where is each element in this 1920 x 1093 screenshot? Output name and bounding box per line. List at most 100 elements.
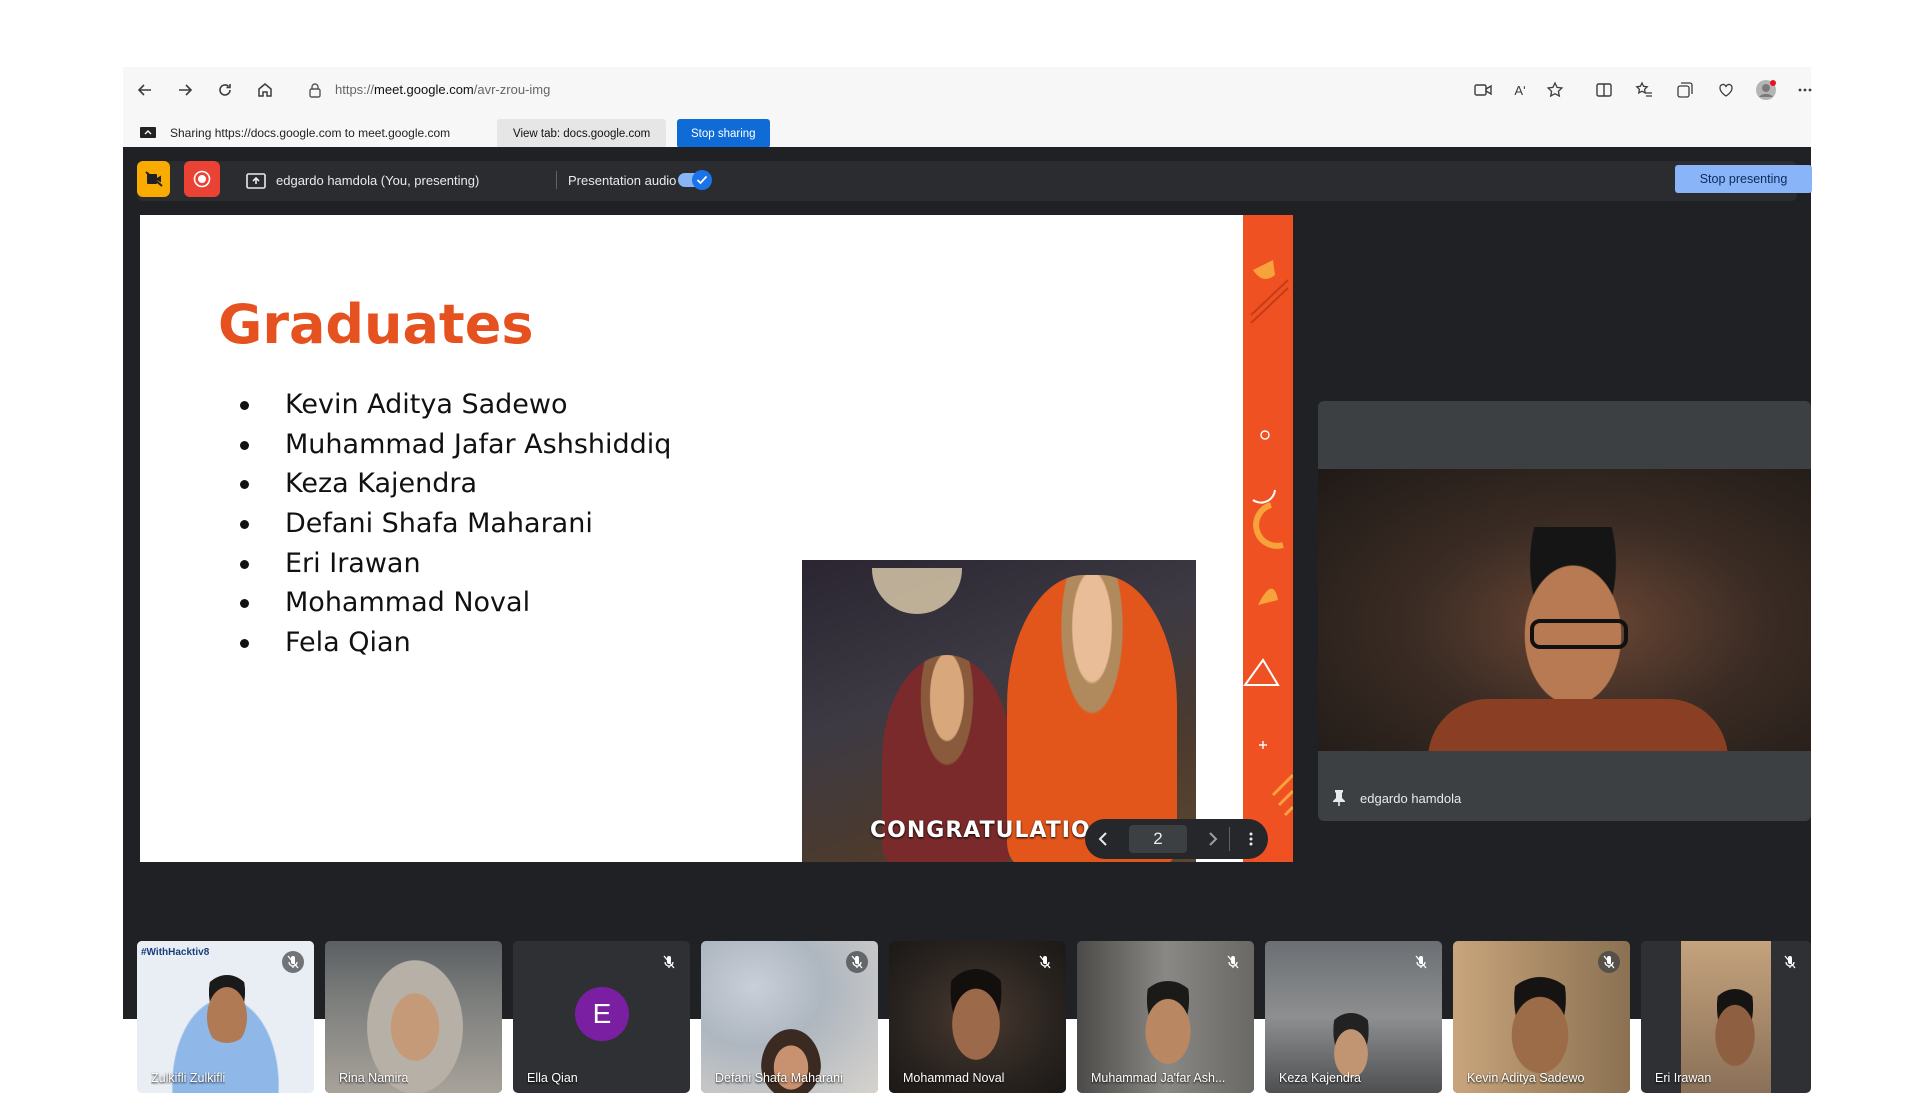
mic-off-icon [1039, 955, 1051, 969]
stop-presenting-button[interactable]: Stop presenting [1675, 165, 1812, 193]
slide-title: Graduates [218, 293, 534, 356]
favorite-star-icon[interactable] [1544, 79, 1566, 101]
face-shape [1133, 981, 1203, 1065]
sharing-status-text: Sharing https://docs.google.com to meet.… [170, 126, 451, 140]
url-prefix: https:// [335, 82, 375, 97]
address-bar[interactable]: https://meet.google.com/avr-zrou-img [291, 71, 1571, 109]
presenting-bar: edgardo hamdola (You, presenting) Presen… [137, 161, 1812, 201]
mic-off-button[interactable] [1410, 951, 1432, 973]
list-item: Eri Irawan [240, 544, 671, 584]
list-item: Fela Qian [240, 623, 671, 663]
list-item: Defani Shafa Maharani [240, 504, 671, 544]
divider [1229, 827, 1230, 851]
mic-off-button[interactable] [1222, 951, 1244, 973]
next-slide-button[interactable] [1203, 829, 1223, 849]
mic-off-button[interactable] [1034, 951, 1056, 973]
slide-options-button[interactable] [1241, 829, 1261, 849]
participant-tile[interactable]: #WithHacktiv8 Zulkifli Zulkifli [137, 941, 314, 1093]
collections-icon[interactable] [1674, 79, 1696, 101]
record-icon [193, 170, 211, 188]
graduates-list: Kevin Aditya Sadewo Muhammad Jafar Ashsh… [240, 385, 671, 663]
mic-off-button[interactable] [1598, 951, 1620, 973]
self-video [1318, 469, 1811, 751]
forward-button[interactable] [172, 77, 198, 103]
participant-avatar: E [575, 987, 629, 1041]
participant-name: Zulkifli Zulkifli [151, 1071, 226, 1085]
mic-off-icon [1415, 955, 1427, 969]
camera-off-button[interactable] [137, 161, 170, 197]
home-button[interactable] [252, 77, 278, 103]
split-screen-icon[interactable] [1593, 79, 1615, 101]
participant-tile[interactable]: Keza Kajendra [1265, 941, 1442, 1093]
mic-off-button[interactable] [1779, 951, 1801, 973]
participant-tile[interactable]: Defani Shafa Maharani [701, 941, 878, 1093]
chevron-left-icon [1098, 832, 1107, 846]
participant-tile[interactable]: Rina Namira [325, 941, 502, 1093]
read-aloud-label: Aʹ [1514, 82, 1526, 98]
home-icon [258, 83, 272, 97]
presentation-audio-label: Presentation audio [568, 173, 677, 188]
slide-decoration-stripe [1243, 215, 1293, 862]
refresh-button[interactable] [212, 77, 238, 103]
recording-button[interactable] [184, 161, 220, 197]
chevron-right-icon [1209, 832, 1218, 846]
stop-sharing-button[interactable]: Stop sharing [677, 119, 770, 148]
presentation-info: edgardo hamdola (You, presenting) Presen… [232, 161, 1007, 199]
browser-window: https://meet.google.com/avr-zrou-img Aʹ [123, 67, 1812, 1093]
favorites-icon[interactable] [1633, 79, 1655, 101]
back-button[interactable] [132, 77, 158, 103]
divider [556, 171, 557, 189]
face-shape [1705, 989, 1765, 1069]
mic-off-icon [851, 955, 863, 969]
present-screen-icon [246, 173, 266, 189]
participant-name: Eri Irawan [1655, 1071, 1712, 1085]
face-shape [1497, 977, 1583, 1077]
mic-off-icon [663, 955, 675, 969]
mic-off-icon [1603, 955, 1615, 969]
browser-toolbar: https://meet.google.com/avr-zrou-img Aʹ [123, 67, 1812, 113]
screen-share-icon [140, 127, 156, 138]
list-item: Kevin Aditya Sadewo [240, 385, 671, 425]
participant-tile[interactable]: Mohammad Noval [889, 941, 1066, 1093]
more-menu-icon[interactable] [1794, 79, 1816, 101]
list-item: Mohammad Noval [240, 583, 671, 623]
arrow-right-icon [179, 84, 193, 96]
shirt-shape [1428, 699, 1728, 751]
participant-name: Kevin Aditya Sadewo [1467, 1071, 1585, 1085]
background-overlay-text: #WithHacktiv8 [141, 947, 210, 958]
list-item: Keza Kajendra [240, 464, 671, 504]
url-text[interactable]: https://meet.google.com/avr-zrou-img [335, 82, 550, 97]
mic-off-icon [1784, 955, 1796, 969]
lock-icon[interactable] [307, 82, 323, 98]
mic-off-icon [1227, 955, 1239, 969]
mic-off-button[interactable] [846, 951, 868, 973]
browser-essentials-icon[interactable] [1715, 79, 1737, 101]
participant-tile[interactable]: E Ella Qian [513, 941, 690, 1093]
more-vertical-icon [1249, 832, 1253, 846]
profile-avatar-icon[interactable] [1755, 79, 1777, 101]
participant-name: Rina Namira [339, 1071, 409, 1085]
pin-icon[interactable] [1332, 789, 1346, 807]
camera-in-use-icon[interactable] [1472, 79, 1494, 101]
participant-tile[interactable]: Kevin Aditya Sadewo [1453, 941, 1630, 1093]
mic-off-button[interactable] [282, 951, 304, 973]
read-aloud-icon[interactable]: Aʹ [1509, 79, 1531, 101]
participant-tile[interactable]: Eri Irawan [1641, 941, 1811, 1093]
lamp-shape [872, 568, 962, 614]
mic-off-button[interactable] [658, 951, 680, 973]
participant-tile[interactable]: Muhammad Ja'far Ash... [1077, 941, 1254, 1093]
camera-off-icon [144, 171, 163, 187]
meet-call-area: edgardo hamdola (You, presenting) Presen… [123, 147, 1812, 1093]
presentation-audio-toggle[interactable] [678, 170, 712, 190]
self-view-tile[interactable]: edgardo hamdola [1318, 401, 1811, 821]
gif-caption: CONGRATULATIO [870, 818, 1091, 843]
slide-controls: 2 [1085, 819, 1268, 859]
participant-name: Mohammad Noval [903, 1071, 1005, 1085]
view-tab-button[interactable]: View tab: docs.google.com [497, 119, 667, 148]
participant-name: Ella Qian [527, 1071, 578, 1085]
presenter-label: edgardo hamdola (You, presenting) [276, 173, 480, 188]
face-shape [939, 969, 1013, 1061]
previous-slide-button[interactable] [1093, 829, 1113, 849]
slide-page-number[interactable]: 2 [1129, 825, 1187, 853]
presented-slide: Graduates Kevin Aditya Sadewo Muhammad J… [140, 215, 1293, 862]
